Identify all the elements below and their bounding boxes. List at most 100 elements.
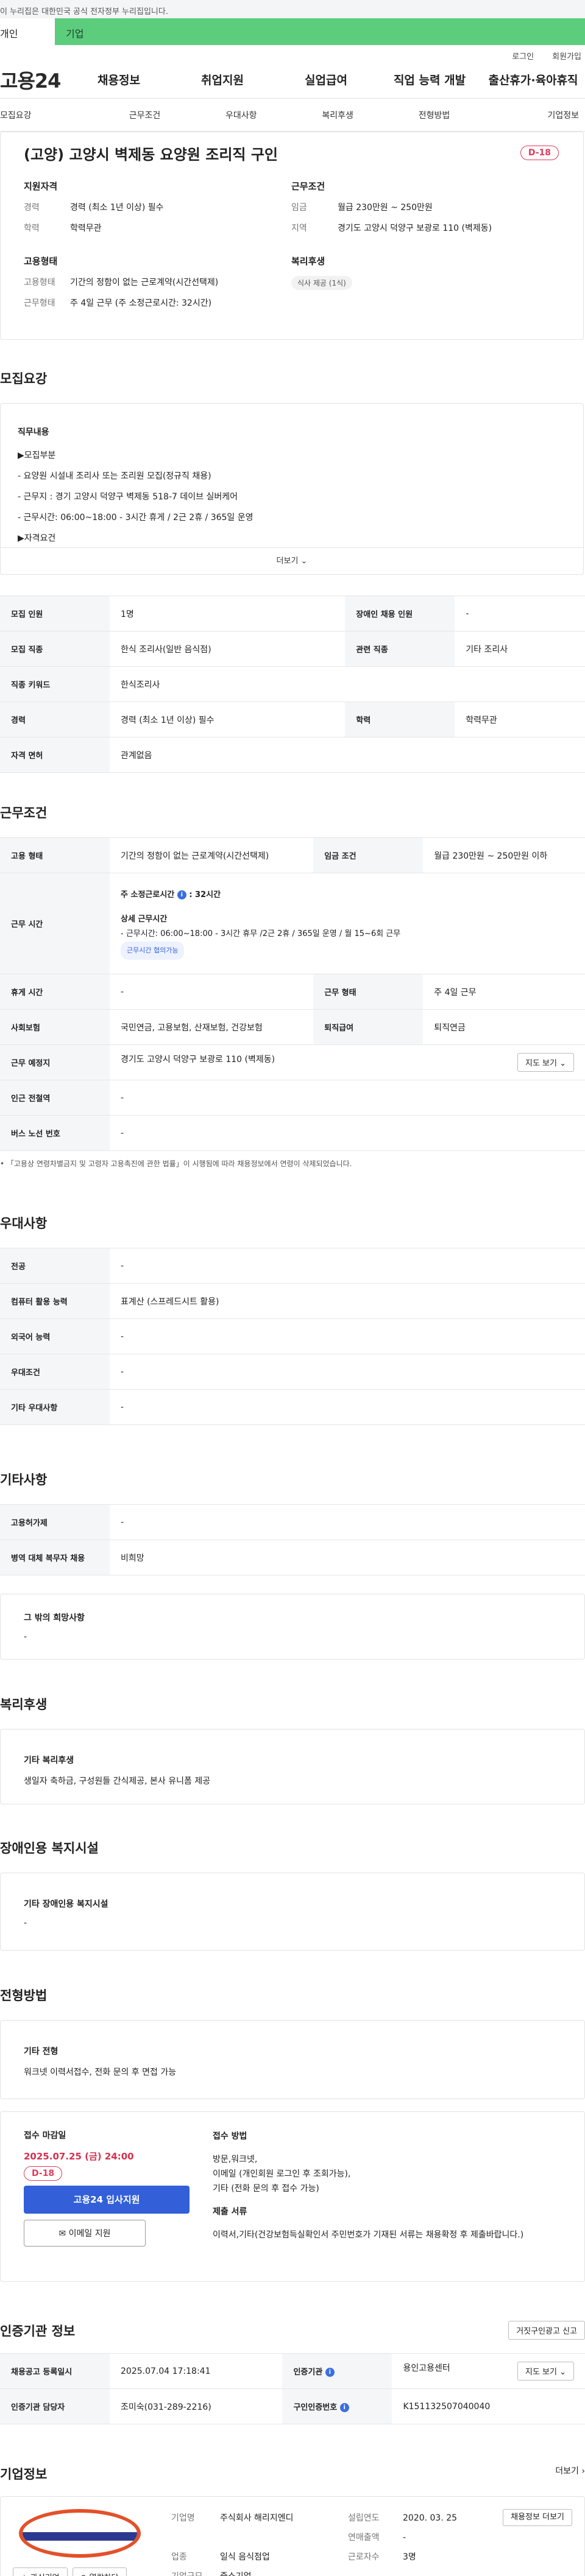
email-apply-label: 이메일 지원 (68, 2229, 111, 2239)
proc-box: 기타 전형 워크넷 이력서접수, 전화 문의 후 면접 가능 (0, 2020, 585, 2099)
more-button[interactable]: 더보기 ⌄ (1, 547, 583, 574)
summary-card: (고양) 고양시 벽제동 요양원 조리직 구인 D-18 지원자격 경력 경력 (… (0, 132, 584, 340)
proc-section-title: 전형방법 (0, 1951, 585, 2020)
cert-table: 채용공고 등록일시 2025.07.04 17:18:41 인증기관 i 용인고용센터… (0, 2353, 585, 2424)
info-icon[interactable]: i (325, 2368, 335, 2377)
corp-jobs-button[interactable]: 채용정보 더보기 (503, 2509, 572, 2526)
summary-wage: 임금 월급 230만원 ~ 250만원 (291, 201, 559, 213)
etc-box-value: - (24, 1632, 27, 1642)
region-value: 경기도 고양시 덕양구 보광로 110 (벽제동) (338, 223, 492, 233)
table-row: 컴퓨터 활용 능력 표계산 (스프레드시트 활용) (0, 1283, 585, 1319)
corp-info-grid: 기업명 주식회사 해리지엔디 설립연도 2020. 03. 25 채용정보 더보기 … (171, 2509, 572, 2576)
email-apply-button[interactable]: ✉ 이메일 지원 (24, 2220, 146, 2247)
row-value: 기간의 정함이 없는 근로계약(시간선택제) (110, 837, 314, 873)
recruit-section-title: 모집요강 (0, 340, 585, 403)
worktime-cell: 주 소정근로시간 i : 32시간 상세 근무시간 - 근무시간: 06:00~… (110, 873, 585, 974)
row-value: 관계없음 (110, 737, 585, 773)
gnb-unemployment-benefit[interactable]: 실업급여 (274, 71, 378, 88)
summary-grid: 지원자격 경력 경력 (최소 1년 이상) 필수 학력 학력무관 고용형태 고용형태… (1, 165, 583, 339)
report-fake-ad-button[interactable]: 거짓구인광고 신고 (508, 2321, 585, 2340)
gnb-skills[interactable]: 직업 능력 개발 (378, 71, 481, 88)
cert-heading: 인증기관 정보 (0, 2323, 76, 2338)
welfare-box-value: 생일자 축하금, 구성원들 간식제공, 본사 유니폼 제공 (24, 1776, 211, 1786)
job-detail: 직무내용 ▶모집부분 - 요양원 시설내 조리사 또는 조리원 모집(정규직 채… (1, 404, 583, 547)
weekly-label: 주 소정근로시간 (121, 890, 175, 899)
mail-icon: ✉ (58, 2229, 66, 2239)
edu-label: 학력 (24, 223, 40, 233)
info-icon[interactable]: i (177, 890, 186, 899)
row-value: 경력 (최소 1년 이상) 필수 (110, 702, 346, 737)
row-label: 임금 조건 (313, 837, 424, 873)
corp-label: 근로자수 (348, 2552, 380, 2562)
welfare-section-heading: 복리후생 (0, 1697, 48, 1712)
summary-edu: 학력 학력무관 (24, 222, 291, 234)
corp-box: ☆ 관심기업 ⊘ 열람차단 기업명 주식회사 해리지엔디 설립연도 2020. 03… (0, 2496, 585, 2576)
wage-value: 월급 230만원 ~ 250만원 (338, 203, 433, 213)
summary-left: 지원자격 경력 경력 (최소 1년 이상) 필수 학력 학력무관 고용형태 고용형태… (24, 180, 291, 317)
detail-line: - 요양원 시설내 조리사 또는 조리원 모집(정규직 채용) (18, 471, 211, 481)
wage-label: 임금 (291, 203, 307, 213)
tab-welfare[interactable]: 복리후생 (289, 109, 386, 121)
row-value: - (110, 1389, 585, 1425)
apply-box: 접수 마감일 2025.07.25 (금) 24:00 D-18 고용24 입사… (0, 2111, 585, 2282)
detail-line: - 근무시간: 06:00~18:00 - 3시간 휴게 / 2근 2휴 / 3… (18, 513, 254, 523)
gnb-leave[interactable]: 출산휴가·육아휴직 (481, 71, 585, 88)
block-company-button[interactable]: ⊘ 열람차단 (72, 2567, 127, 2576)
row-value: 기타 조리사 (455, 631, 585, 667)
row-value: 조미숙(031-289-2216) (110, 2388, 283, 2424)
corp-value: 2020. 03. 25 (403, 2513, 458, 2523)
row-label: 기타 우대사항 (0, 1389, 110, 1425)
map-button[interactable]: 지도 보기 ⌄ (517, 2362, 574, 2381)
dday-badge: D-18 (24, 2166, 63, 2181)
summary-career: 경력 경력 (최소 1년 이상) 필수 (24, 201, 291, 213)
dday-badge: D-18 (520, 146, 559, 160)
location-value: 경기도 고양시 덕양구 보광로 110 (벽제동) (121, 1055, 275, 1065)
proc-box-value: 워크넷 이력서접수, 전화 문의 후 면접 가능 (24, 2067, 177, 2077)
tab-company[interactable]: 기업 (55, 18, 83, 45)
section-tabs: 모집요강 근무조건 우대사항 복리후생 전형방법 기업정보 (0, 99, 585, 132)
table-row: 인근 전철역 - (0, 1080, 585, 1116)
login-link[interactable]: 로그인 (512, 50, 534, 62)
signup-link[interactable]: 회원가입 (552, 50, 581, 62)
tab-individual[interactable]: 개인 (0, 18, 55, 45)
row-value: - (110, 1354, 585, 1390)
age-note: • 「고용상 연령차별금지 및 고령자 고용촉진에 관한 법률」이 시행됨에 따… (0, 1160, 352, 1168)
row-value: 주 4일 근무 (423, 974, 585, 1010)
table-row: 기타 우대사항 - (0, 1389, 585, 1425)
gnb-jobs[interactable]: 채용정보 (67, 71, 171, 88)
table-row: 사회보험 국민연금, 고용보험, 산재보험, 건강보험 퇴직급여 퇴직연금 (0, 1009, 585, 1045)
tab-recruit[interactable]: 모집요강 (0, 109, 96, 121)
row-value: - (110, 1318, 585, 1354)
table-row: 고용허가제 - (0, 1504, 585, 1540)
row-label: 근무 형태 (313, 974, 424, 1010)
user-type-tabs: 개인 기업 (0, 18, 585, 45)
cert-agency-label: 인증기관 (293, 2368, 323, 2377)
worktype-label: 근무형태 (24, 298, 55, 308)
welfare-heading: 복리후생 (291, 256, 325, 267)
site-logo[interactable]: 고용24 (0, 66, 67, 94)
row-value: - (110, 1080, 585, 1116)
gnb-employment-support[interactable]: 취업지원 (171, 71, 274, 88)
favorite-company-button[interactable]: ☆ 관심기업 (13, 2567, 68, 2576)
util-links: 로그인 회원가입 (0, 45, 585, 62)
corp-more-link[interactable]: 더보기 › (555, 2465, 585, 2483)
detail-hours-value: - 근무시간: 06:00~18:00 - 3시간 휴무 /2근 2휴 / 36… (121, 929, 401, 938)
qual-heading: 지원자격 (24, 181, 58, 192)
corp-label: 연매출액 (348, 2533, 380, 2543)
docs-value: 이력서,기타(건강보험득실확인서 주민번호가 기재된 서류는 채용확정 후 제출… (213, 2230, 524, 2240)
tab-preference[interactable]: 우대사항 (193, 109, 289, 121)
row-label: 직종 키워드 (0, 666, 110, 702)
tab-company-info[interactable]: 기업정보 (483, 109, 585, 121)
cert-agency-cell: 용인고용센터 지도 보기 ⌄ (392, 2353, 585, 2389)
row-label: 고용 형태 (0, 837, 110, 873)
tab-process[interactable]: 전형방법 (386, 109, 482, 121)
tab-conditions[interactable]: 근무조건 (96, 109, 193, 121)
info-icon[interactable]: i (339, 2403, 349, 2412)
table-row: 근무 시간 주 소정근로시간 i : 32시간 상세 근무시간 - 근무시간: … (0, 873, 585, 974)
proc-heading: 전형방법 (0, 1988, 48, 2003)
map-button[interactable]: 지도 보기 ⌄ (517, 1053, 574, 1072)
apply-button[interactable]: 고용24 입사지원 (24, 2186, 190, 2214)
row-label: 휴게 시간 (0, 974, 110, 1010)
row-value: 한식조리사 (110, 666, 585, 702)
summary-emptype: 고용형태 기간의 정함이 없는 근로계약(시간선택제) (24, 276, 291, 288)
